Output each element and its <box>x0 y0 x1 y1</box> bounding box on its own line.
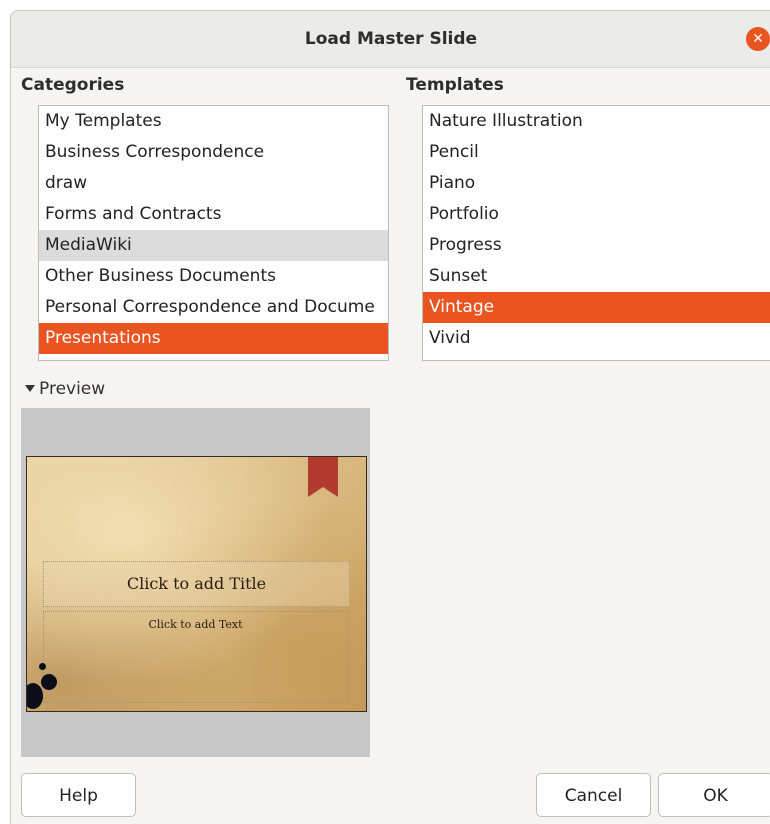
slide-title-placeholder: Click to add Title <box>43 561 350 607</box>
templates-label: Templates <box>406 75 504 95</box>
category-item[interactable]: Presentations <box>39 323 388 354</box>
template-item[interactable]: Nature Illustration <box>423 106 770 137</box>
preview-pane: Click to add Title Click to add Text <box>21 408 370 757</box>
categories-label: Categories <box>21 75 125 95</box>
dialog-title: Load Master Slide <box>304 29 478 49</box>
ink-splatter-icon <box>39 663 46 670</box>
triangle-down-icon <box>25 385 35 392</box>
category-item[interactable]: draw <box>39 168 388 199</box>
template-item[interactable]: Portfolio <box>423 199 770 230</box>
cancel-button[interactable]: Cancel <box>536 773 651 817</box>
help-button[interactable]: Help <box>21 773 136 817</box>
preview-expander[interactable]: Preview <box>25 378 105 400</box>
close-icon: ✕ <box>752 31 764 47</box>
template-item[interactable]: Vintage <box>423 292 770 323</box>
load-master-slide-dialog: Load Master Slide ✕ Categories Templates… <box>10 10 770 824</box>
ok-button[interactable]: OK <box>658 773 770 817</box>
template-item[interactable]: Pencil <box>423 137 770 168</box>
preview-label: Preview <box>39 379 106 399</box>
bookmark-ribbon-icon <box>308 457 338 497</box>
slide-text-placeholder: Click to add Text <box>43 611 348 703</box>
category-item[interactable]: Other Business Documents <box>39 261 388 292</box>
slide-thumbnail: Click to add Title Click to add Text <box>26 456 367 712</box>
template-item[interactable]: Vivid <box>423 323 770 354</box>
template-item[interactable]: Piano <box>423 168 770 199</box>
templates-list[interactable]: Nature Illustration Pencil Piano Portfol… <box>422 105 770 361</box>
category-item[interactable]: Personal Correspondence and Docume <box>39 292 388 323</box>
ink-splatter-icon <box>41 674 57 690</box>
template-item[interactable]: Progress <box>423 230 770 261</box>
template-item[interactable]: Sunset <box>423 261 770 292</box>
close-button[interactable]: ✕ <box>746 27 770 51</box>
category-item[interactable]: MediaWiki <box>39 230 388 261</box>
category-item[interactable]: My Templates <box>39 106 388 137</box>
category-item[interactable]: Business Correspondence <box>39 137 388 168</box>
category-item[interactable]: Forms and Contracts <box>39 199 388 230</box>
ink-splatter-icon <box>27 683 43 709</box>
title-bar[interactable]: Load Master Slide ✕ <box>11 11 770 68</box>
categories-list[interactable]: My Templates Business Correspondence dra… <box>38 105 389 361</box>
